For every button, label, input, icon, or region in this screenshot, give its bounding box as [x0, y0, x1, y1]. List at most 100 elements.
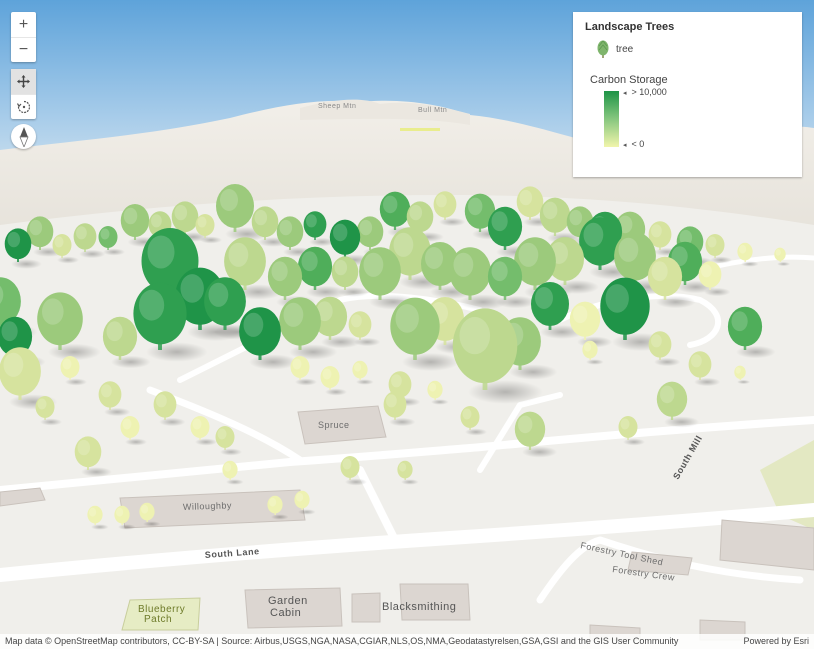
legend-ramp: > 10,000 < 0 [604, 87, 790, 149]
tree-highlight [651, 334, 662, 348]
powered-by-link[interactable]: Powered by Esri [743, 636, 809, 646]
tree-highlight [217, 428, 227, 440]
label-patch: Patch [144, 614, 172, 625]
tree-highlight [359, 219, 373, 236]
tree-shadow [118, 524, 136, 530]
tree-highlight [605, 284, 629, 313]
tree-highlight [208, 282, 229, 307]
tree-shadow [664, 416, 700, 428]
tree-shadow [65, 378, 87, 386]
tree-shadow [159, 417, 186, 427]
tree-shadow [401, 479, 419, 485]
tree-shadow [402, 352, 460, 372]
tree-highlight [735, 367, 741, 374]
zoom-controls: + − [11, 12, 36, 62]
rotate-icon [16, 100, 30, 114]
tree-highlight [518, 242, 539, 267]
compass-button[interactable] [11, 124, 36, 149]
tree-highlight [618, 237, 639, 262]
tree-shadow [146, 342, 208, 362]
tree-highlight [3, 352, 24, 377]
tree-highlight [429, 382, 437, 392]
tree-highlight [197, 216, 207, 228]
tree-shadow [79, 249, 106, 259]
tree-highlight [220, 189, 238, 211]
tree-highlight [76, 226, 87, 240]
tree-highlight [101, 384, 112, 398]
tree-shadow [143, 521, 161, 527]
tree-highlight [518, 415, 533, 434]
tree-highlight [399, 462, 407, 472]
tree-shadow [654, 357, 681, 367]
tree-shadow [468, 380, 543, 404]
tree-shadow [325, 388, 347, 396]
ramp-low-label: < 0 [623, 139, 667, 149]
legend-symbol-row: tree [597, 40, 790, 58]
tree-highlight [383, 195, 398, 214]
tree-shadow [623, 438, 645, 446]
tree-highlight [731, 311, 748, 332]
tree-highlight [1, 321, 18, 342]
tree-highlight [147, 235, 175, 269]
tree-highlight [660, 385, 675, 404]
tree-shadow [736, 345, 776, 359]
tree-highlight [393, 232, 414, 257]
building-label-blacksmithing: Blacksmithing [382, 601, 456, 613]
tree-highlight [391, 374, 402, 388]
tree-highlight [42, 298, 64, 325]
tree-shadow [11, 259, 42, 269]
tree-highlight [301, 251, 318, 272]
tree-highlight [141, 504, 149, 514]
tree-highlight [459, 316, 491, 355]
tree-shadow [103, 248, 125, 256]
legend-panel: Landscape Trees tree Carbon Storage > 10… [573, 12, 802, 177]
legend-layer-title: Landscape Trees [585, 21, 675, 33]
tree-highlight [620, 418, 630, 430]
tree-highlight [691, 354, 702, 368]
mountain-marker [400, 128, 440, 131]
tree-shadow [354, 337, 381, 347]
tree-highlight [468, 197, 483, 216]
pan-button[interactable] [11, 69, 36, 94]
tree-shadow [777, 261, 791, 267]
tree-highlight [425, 247, 443, 269]
tree-highlight [322, 368, 332, 380]
tree-shadow [465, 428, 487, 436]
tree-highlight [651, 261, 668, 282]
tree-shadow [704, 287, 731, 297]
tree-shadow [431, 399, 449, 405]
tree-shadow [737, 379, 751, 385]
tree-highlight [491, 211, 508, 232]
tree-highlight [569, 209, 583, 226]
tree-shadow [91, 524, 109, 530]
rotate-button[interactable] [11, 94, 36, 119]
tree-shadow [249, 354, 298, 370]
tree-highlight [122, 418, 132, 430]
tree-shadow [389, 417, 416, 427]
tree-highlight [174, 204, 188, 221]
building-label-willoughby: Willoughby [183, 500, 232, 512]
tree-shadow [509, 364, 558, 380]
tree-highlight [254, 209, 268, 226]
tree-shadow [298, 509, 316, 515]
tree-highlight [37, 398, 47, 410]
building-label-garden: Garden [268, 595, 308, 607]
tree-highlight [116, 507, 124, 517]
tree-highlight [279, 219, 293, 236]
tree-highlight [775, 249, 781, 256]
tree-shadow [57, 256, 79, 264]
tree-shadow [345, 478, 367, 486]
tree-highlight [333, 223, 348, 242]
tree-highlight [739, 244, 747, 254]
zoom-out-button[interactable]: − [11, 37, 36, 62]
tree-highlight [54, 236, 64, 248]
tree-shadow [656, 295, 696, 309]
tree-shadow [81, 467, 112, 477]
zoom-in-button[interactable]: + [11, 12, 36, 37]
tree-highlight [386, 394, 397, 408]
tree-highlight [342, 458, 352, 470]
tree-highlight [106, 321, 123, 342]
tree-highlight [296, 492, 304, 502]
tree-highlight [62, 358, 72, 370]
tree-highlight [409, 204, 423, 221]
